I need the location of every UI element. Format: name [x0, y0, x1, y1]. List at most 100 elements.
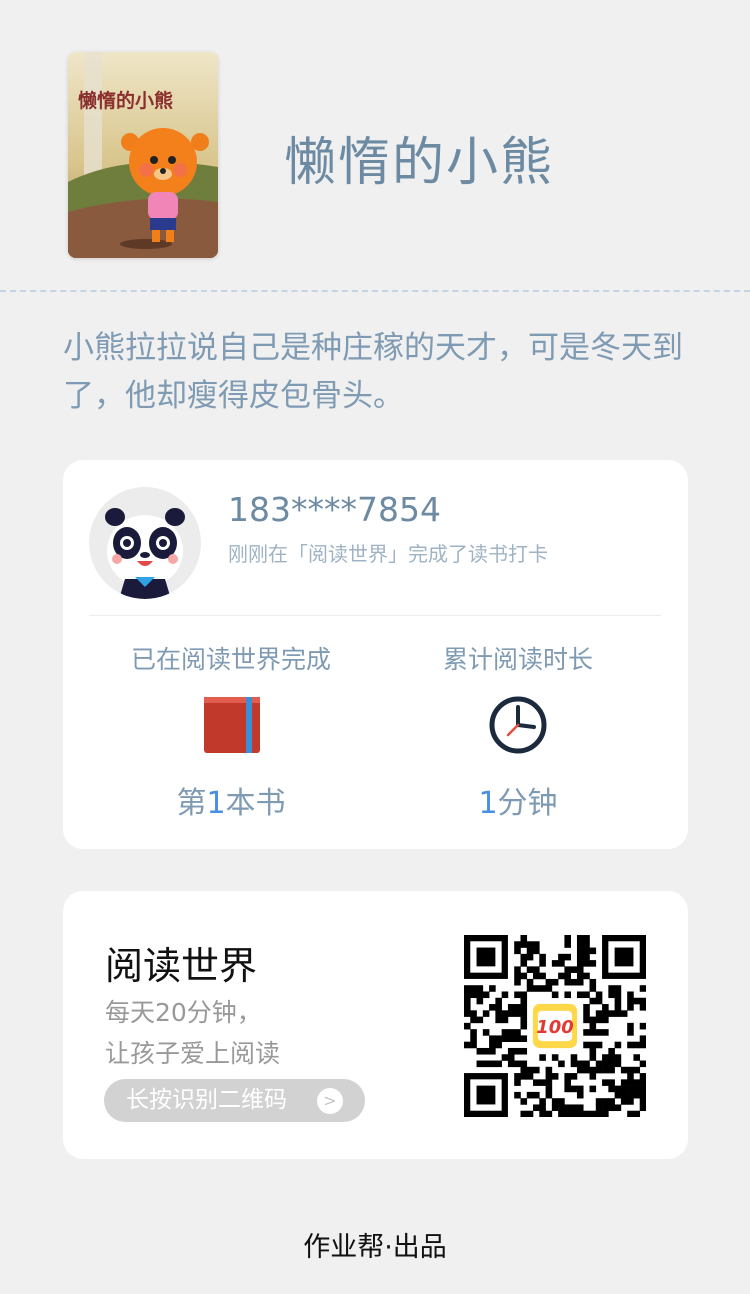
qr-module: [639, 1085, 646, 1093]
qr-module: [589, 1016, 597, 1024]
cover-title-text: 懒惰的小熊: [78, 89, 173, 112]
qr-module: [520, 1010, 528, 1017]
qr-module: [514, 1047, 521, 1055]
scan-qr-button[interactable]: 长按识别二维码 >: [104, 1079, 365, 1122]
qr-module: [595, 1104, 603, 1112]
qr-module: [633, 1079, 641, 1086]
qr-code[interactable]: 100: [464, 935, 646, 1117]
qr-module: [620, 1066, 628, 1074]
qr-module: [627, 1029, 634, 1036]
qr-module: [470, 1035, 477, 1042]
qr-module: [576, 941, 584, 948]
qr-module: [520, 1047, 528, 1055]
qr-module: [507, 1054, 515, 1061]
qr-module: [489, 1004, 496, 1011]
qr-module: [545, 985, 553, 992]
qr-module: [570, 1110, 578, 1117]
qr-module: [614, 1054, 622, 1061]
qr-module: [602, 1016, 609, 1024]
qr-module: [507, 1010, 515, 1017]
qr-module: [539, 1110, 546, 1117]
qr-module: [583, 1041, 590, 1049]
qr-module: [464, 1004, 471, 1011]
qr-module: [583, 972, 590, 980]
qr-module: [595, 991, 603, 999]
qr-module: [608, 1054, 615, 1061]
qr-module: [614, 1004, 622, 1011]
qr-module: [539, 960, 546, 967]
qr-module: [614, 1091, 622, 1099]
qr-module: [589, 1066, 597, 1074]
qr-module: [514, 941, 521, 948]
qr-module: [545, 1073, 553, 1080]
qr-module: [526, 1073, 534, 1080]
qr-module: [576, 991, 584, 999]
qr-module: [595, 1010, 603, 1017]
qr-module: [614, 1041, 622, 1049]
qr-module: [608, 1066, 615, 1074]
qr-module: [482, 1060, 490, 1068]
qr-module: [526, 1066, 534, 1074]
qr-module: [589, 997, 597, 1005]
qr-module: [520, 941, 528, 948]
qr-module: [639, 1098, 646, 1105]
qr-module: [633, 1085, 641, 1093]
qr-module: [520, 935, 528, 942]
qr-module: [608, 985, 615, 992]
qr-module: [589, 1041, 597, 1049]
qr-module: [576, 1091, 584, 1099]
qr-module: [564, 935, 571, 942]
qr-module: [539, 953, 546, 961]
qr-module: [476, 991, 484, 999]
qr-module: [639, 1060, 646, 1068]
qr-module: [595, 1098, 603, 1105]
qr-module: [514, 972, 521, 980]
footer-credit: 作业帮·出品: [303, 1232, 447, 1263]
qr-module: [583, 1010, 590, 1017]
qr-module: [639, 1079, 646, 1086]
qr-module: [564, 991, 571, 999]
qr-module: [514, 991, 521, 999]
qr-module: [539, 1079, 546, 1086]
qr-module: [495, 1041, 502, 1049]
qr-module: [507, 1060, 515, 1068]
qr-module: [620, 1085, 628, 1093]
qr-module: [539, 1098, 546, 1105]
qr-module: [520, 960, 528, 967]
qr-module: [558, 960, 565, 967]
qr-module: [589, 978, 597, 986]
qr-module: [627, 1066, 634, 1074]
qr-module: [633, 997, 641, 1005]
reading-time-label: 累计阅读时长: [442, 645, 593, 674]
qr-module: [482, 1047, 490, 1055]
qr-module: [495, 1035, 502, 1042]
user-phone: 183****7854: [228, 490, 441, 529]
qr-module: [495, 997, 502, 1005]
qr-module: [583, 991, 590, 999]
qr-module: [608, 991, 615, 999]
qr-module: [514, 947, 521, 955]
qr-module: [589, 1054, 597, 1061]
qr-module: [558, 1110, 565, 1117]
qr-module: [595, 1041, 603, 1049]
qr-module: [602, 1079, 609, 1086]
qr-module: [514, 1091, 521, 1099]
qr-module: [545, 1079, 553, 1086]
qr-module: [526, 947, 534, 955]
qr-module: [576, 935, 584, 942]
qr-module: [639, 1035, 646, 1042]
qr-module: [614, 1104, 622, 1112]
qr-module: [633, 1091, 641, 1099]
qr-module: [595, 1029, 603, 1036]
qr-module: [627, 991, 634, 999]
qr-module: [583, 953, 590, 961]
qr-module: [539, 1054, 546, 1061]
qr-module: [608, 1010, 615, 1017]
qr-module: [583, 1004, 590, 1011]
qr-module: [602, 1060, 609, 1068]
qr-module: [639, 1091, 646, 1099]
qr-module: [639, 985, 646, 992]
qr-module: [476, 1060, 484, 1068]
qr-module: [514, 966, 521, 973]
app-name: 阅读世界: [105, 944, 258, 988]
